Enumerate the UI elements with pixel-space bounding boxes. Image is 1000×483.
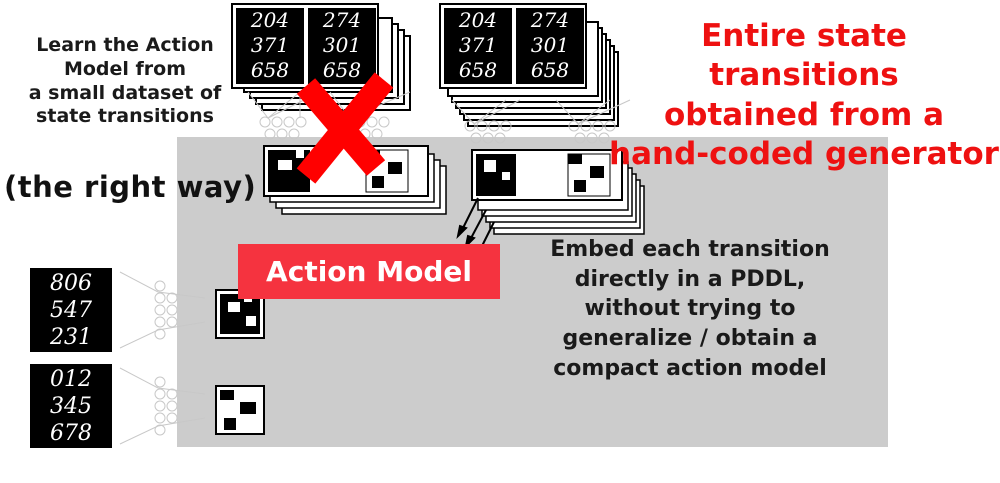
mnist-digits-top-right-b: 274 301 658 bbox=[530, 8, 570, 82]
latent-state-bottom-2 bbox=[215, 385, 265, 435]
learn-caption-line: state transitions bbox=[36, 105, 214, 128]
embed-caption-line: Embed each transition bbox=[550, 237, 830, 262]
generator-caption-line: hand-coded generator bbox=[609, 136, 999, 173]
learn-caption-line: Learn the Action bbox=[36, 34, 214, 56]
embed-caption-line: without trying to bbox=[584, 296, 796, 322]
learn-caption: Learn the Action Model from a small data… bbox=[0, 34, 250, 129]
generator-caption-line: Entire state transitions bbox=[701, 18, 907, 94]
embed-caption: Embed each transition directly in a PDDL… bbox=[525, 235, 855, 383]
embed-caption-line: directly in a PDDL, bbox=[574, 266, 806, 292]
generator-caption: Entire state transitions obtained from a… bbox=[608, 17, 1000, 174]
action-model-label: Action Model bbox=[266, 255, 472, 288]
embed-caption-line: generalize / obtain a bbox=[562, 326, 818, 352]
right-way-caption: (the right way) bbox=[4, 170, 257, 204]
generator-caption-line: obtained from a bbox=[663, 96, 944, 133]
mnist-digits-bottom-2: 012 345 678 bbox=[50, 367, 92, 446]
mnist-digits-bottom-1: 806 547 231 bbox=[50, 271, 92, 350]
encoder-network-bottom bbox=[119, 271, 206, 445]
action-model-box: Action Model bbox=[238, 244, 500, 299]
embed-caption-line: compact action model bbox=[553, 355, 827, 381]
mnist-digits-top-left-b: 274 301 658 bbox=[322, 8, 362, 82]
learn-caption-line: a small dataset of bbox=[28, 81, 222, 104]
learn-caption-line: Model from bbox=[63, 57, 187, 80]
mnist-digits-top-right-a: 204 371 658 bbox=[458, 8, 498, 82]
